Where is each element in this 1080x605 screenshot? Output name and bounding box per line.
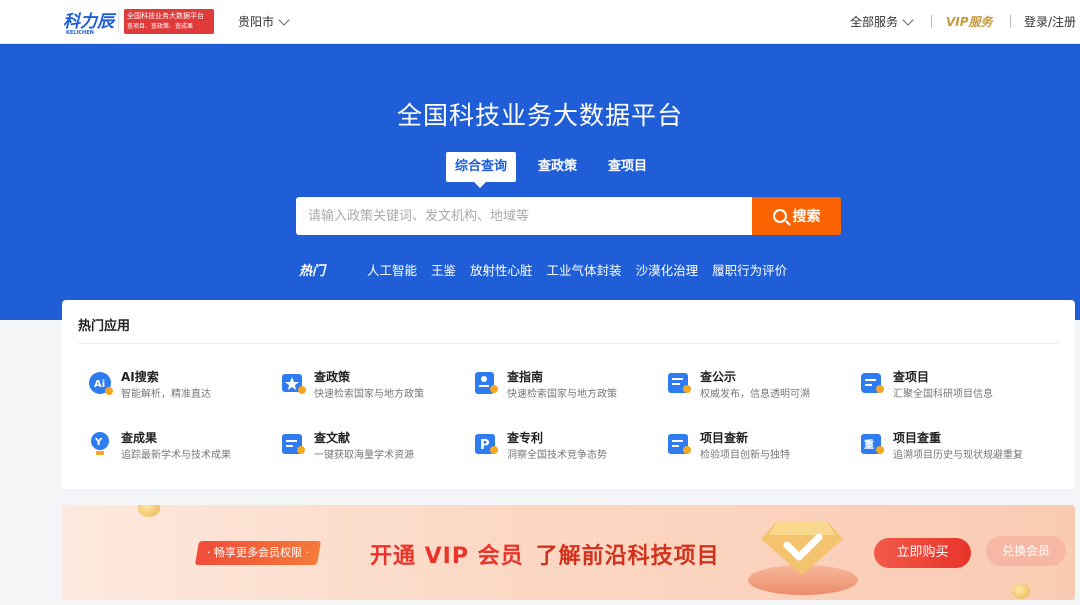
app-name: 项目查新 bbox=[700, 431, 749, 445]
member-benefits-tag: · 畅享更多会员权限 · bbox=[194, 541, 322, 565]
hot-keyword[interactable]: 人工智能 bbox=[367, 260, 417, 279]
svg-text:科力辰: 科力辰 bbox=[63, 12, 117, 32]
app-desc: 追溯项目历史与现状规避重复 bbox=[893, 450, 1023, 461]
app-policy[interactable]: 查政策 快速检索国家与地方政策 bbox=[281, 366, 471, 406]
app-name: 查指南 bbox=[507, 370, 544, 384]
search-icon bbox=[772, 209, 787, 223]
city-selector[interactable]: 贵阳市 bbox=[238, 13, 290, 30]
page-title: 全国科技业务大数据平台 bbox=[396, 101, 683, 130]
svg-text:P: P bbox=[480, 438, 490, 453]
app-name: 查项目 bbox=[893, 370, 930, 384]
notice-icon bbox=[668, 373, 691, 393]
app-name: AI搜索 bbox=[121, 370, 159, 384]
app-desc: 快速检索国家与地方政策 bbox=[507, 389, 617, 400]
slogan-line-1: 全国科技业务大数据平台 bbox=[127, 12, 204, 20]
kelichen-logo[interactable]: 科力辰 KELICHEN bbox=[62, 8, 118, 36]
chevron-down-icon bbox=[902, 13, 914, 26]
diamond-badge-icon bbox=[761, 521, 843, 575]
app-notice[interactable]: 查公示 权威发布，信息透明可溯 bbox=[667, 366, 857, 406]
app-name: 项目查重 bbox=[893, 431, 942, 445]
redeem-membership-button[interactable]: 兑换会员 bbox=[986, 536, 1066, 566]
coin-icon bbox=[1012, 583, 1030, 599]
hot-keyword[interactable]: 放射性心脏 bbox=[470, 260, 533, 279]
hot-keyword[interactable]: 工业气体封装 bbox=[547, 260, 622, 279]
app-novelty-check[interactable]: 项目查新 检验项目创新与独特 bbox=[667, 427, 857, 467]
app-desc: 权威发布，信息透明可溯 bbox=[700, 389, 810, 400]
novelty-icon bbox=[668, 434, 691, 454]
app-ai-search[interactable]: Ai AI搜索 智能解析，精准直达 bbox=[88, 366, 278, 406]
app-desc: 追踪最新学术与技术成果 bbox=[121, 450, 231, 461]
app-patent[interactable]: P 查专利 洞察全国技术竞争态势 bbox=[474, 427, 664, 467]
app-name: 查政策 bbox=[314, 370, 351, 384]
project-icon bbox=[861, 373, 884, 393]
slogan-line-2: 查项目、查政策、查成果 bbox=[127, 23, 194, 30]
svg-text:Y: Y bbox=[94, 437, 103, 448]
all-services-menu[interactable]: 全部服务 bbox=[850, 13, 914, 30]
hot-keyword[interactable]: 履职行为评价 bbox=[712, 260, 787, 279]
hot-keywords-label: 热门 bbox=[299, 264, 326, 279]
app-name: 查成果 bbox=[121, 431, 158, 445]
top-navigation-bar: 科力辰 KELICHEN 全国科技业务大数据平台 查项目、查政策、查成果 贵阳市… bbox=[0, 0, 1080, 44]
search-tabs: 综合查询 查政策 查项目 bbox=[446, 152, 669, 188]
panel-title: 热门应用 bbox=[78, 319, 131, 334]
vip-promo-banner[interactable]: · 畅享更多会员权限 · 开通 VIP 会员 了解前沿科技项目 立即购买 兑换会员 bbox=[62, 505, 1075, 600]
app-desc: 快速检索国家与地方政策 bbox=[314, 389, 424, 400]
hot-keyword[interactable]: 王鉴 bbox=[431, 260, 456, 279]
platform-slogan-badge: 全国科技业务大数据平台 查项目、查政策、查成果 bbox=[124, 9, 214, 34]
city-label: 贵阳市 bbox=[238, 15, 275, 29]
ai-icon: Ai bbox=[89, 372, 113, 395]
search-button-label: 搜索 bbox=[792, 209, 821, 225]
vip-headline: 开通 VIP 会员 了解前沿科技项目 bbox=[370, 538, 720, 570]
app-guide[interactable]: 查指南 快速检索国家与地方政策 bbox=[474, 366, 664, 406]
svg-text:Ai: Ai bbox=[94, 379, 105, 390]
app-name: 查专利 bbox=[507, 431, 544, 445]
app-desc: 一键获取海量学术资源 bbox=[314, 450, 414, 461]
literature-icon bbox=[282, 434, 305, 454]
app-name: 查公示 bbox=[700, 370, 737, 384]
divider bbox=[931, 15, 932, 28]
coin-icon bbox=[138, 505, 160, 517]
divider bbox=[1010, 15, 1011, 28]
tab-comprehensive-search[interactable]: 综合查询 bbox=[446, 152, 517, 188]
tab-policy[interactable]: 查政策 bbox=[529, 152, 586, 182]
vip-headline-part2: 了解前沿科技项目 bbox=[535, 544, 720, 569]
login-register-link[interactable]: 登录/注册 bbox=[1024, 13, 1076, 30]
buy-now-button[interactable]: 立即购买 bbox=[874, 538, 971, 568]
svg-text:重: 重 bbox=[864, 438, 874, 451]
app-duplicate-check[interactable]: 重 项目查重 追溯项目历史与现状规避重复 bbox=[860, 427, 1050, 467]
services-label: 全部服务 bbox=[850, 15, 899, 29]
app-desc: 洞察全国技术竞争态势 bbox=[507, 450, 607, 461]
vip-headline-part1: 开通 VIP 会员 bbox=[370, 544, 524, 569]
app-project[interactable]: 查项目 汇聚全国科研项目信息 bbox=[860, 366, 1050, 406]
search-input[interactable] bbox=[296, 197, 752, 235]
chevron-down-icon bbox=[278, 13, 290, 26]
duplicate-icon: 重 bbox=[861, 434, 884, 454]
app-desc: 检验项目创新与独特 bbox=[700, 450, 790, 461]
policy-icon bbox=[282, 374, 306, 394]
search-button[interactable]: 搜索 bbox=[752, 197, 841, 235]
app-desc: 智能解析，精准直达 bbox=[121, 389, 211, 400]
hot-keywords-list: 人工智能 王鉴 放射性心脏 工业气体封装 沙漠化治理 履职行为评价 bbox=[367, 260, 787, 279]
app-desc: 汇聚全国科研项目信息 bbox=[893, 389, 993, 400]
patent-icon: P bbox=[475, 434, 498, 454]
divider bbox=[78, 343, 1059, 344]
hot-apps-panel: 热门应用 Ai AI搜索 智能解析，精准直达 查政策 快速检索国家与地方政策 查… bbox=[62, 300, 1075, 489]
hot-keyword[interactable]: 沙漠化治理 bbox=[636, 260, 699, 279]
app-name: 查文献 bbox=[314, 431, 351, 445]
app-achievement[interactable]: Y 查成果 追踪最新学术与技术成果 bbox=[88, 427, 278, 467]
app-literature[interactable]: 查文献 一键获取海量学术资源 bbox=[281, 427, 471, 467]
svg-text:KELICHEN: KELICHEN bbox=[66, 30, 94, 36]
guide-icon bbox=[475, 372, 498, 394]
tab-project[interactable]: 查项目 bbox=[599, 152, 656, 182]
vip-service-link[interactable]: VIP服务 bbox=[946, 13, 993, 30]
hero-search-section: 全国科技业务大数据平台 综合查询 查政策 查项目 搜索 热门 人工智能 王鉴 放… bbox=[0, 44, 1080, 320]
logo-separator bbox=[118, 11, 119, 33]
achievement-icon: Y bbox=[91, 432, 109, 455]
